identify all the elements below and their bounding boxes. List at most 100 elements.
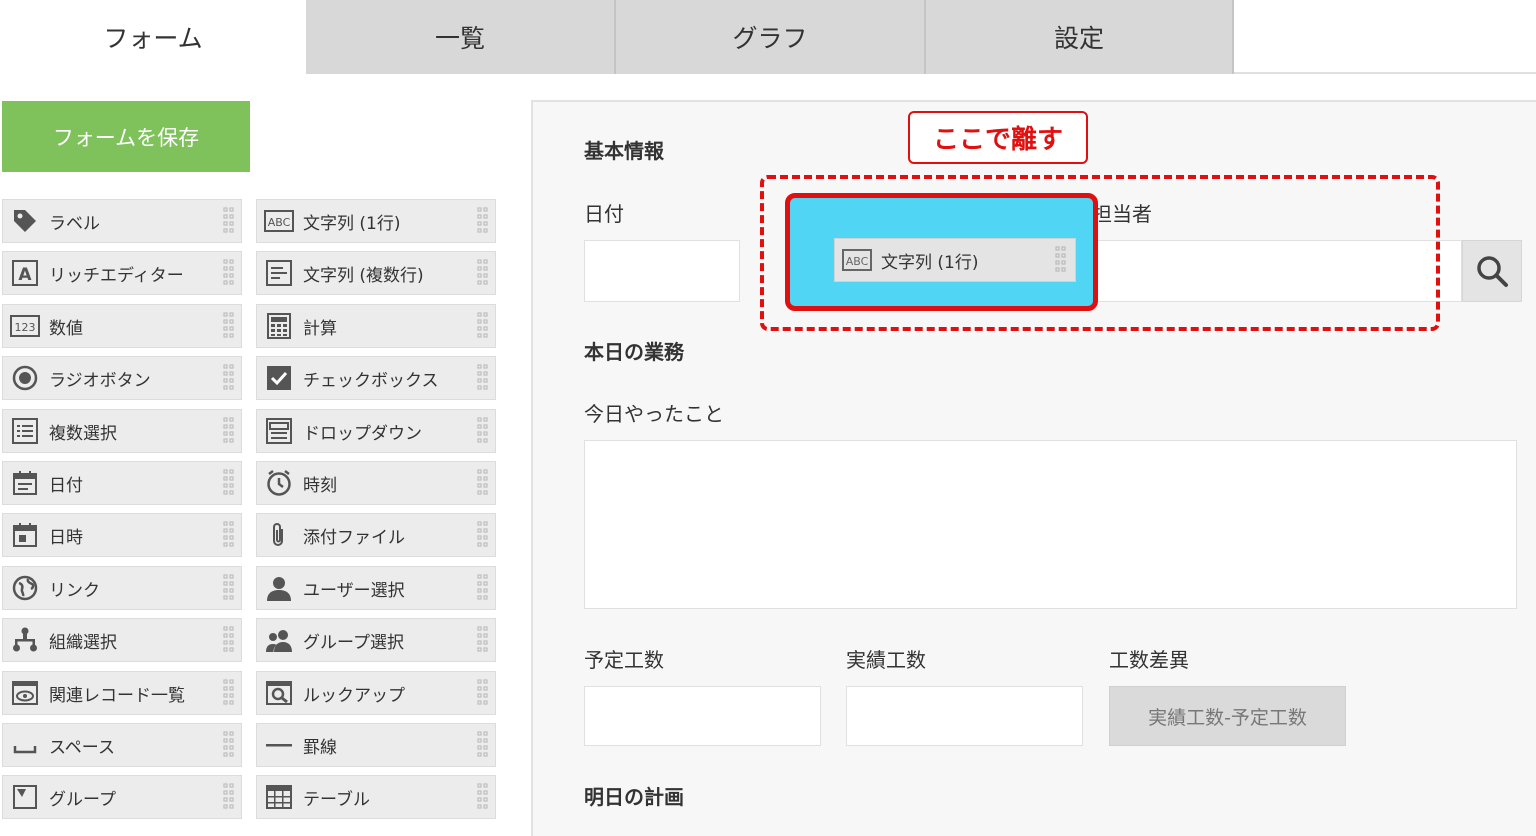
palette-item[interactable]: テーブル (256, 775, 496, 819)
drag-handle-icon[interactable] (477, 573, 489, 603)
datetime-icon (10, 520, 40, 550)
tab-settings[interactable]: 設定 (926, 0, 1234, 74)
drag-handle-icon[interactable] (223, 258, 235, 288)
dragged-field-item[interactable]: ABC 文字列 (1行) (834, 238, 1076, 282)
dropdown-icon (264, 416, 294, 446)
globe-icon (10, 573, 40, 603)
palette-item-label: 組織選択 (49, 632, 117, 653)
palette-item[interactable]: ルックアップ (256, 671, 496, 715)
palette-item[interactable]: 添付ファイル (256, 513, 496, 557)
calendar-icon (10, 468, 40, 498)
drag-handle-icon[interactable] (223, 678, 235, 708)
calculator-icon (264, 311, 294, 341)
tab-bar: フォーム 一覧 グラフ 設定 (0, 0, 1536, 74)
drag-handle-icon[interactable] (223, 520, 235, 550)
tab-graph[interactable]: グラフ (616, 0, 926, 74)
tab-divider (1234, 72, 1536, 74)
palette-item[interactable]: グループ (2, 775, 242, 819)
drag-handle-icon[interactable] (223, 782, 235, 812)
section-basic-info: 基本情報 (584, 139, 664, 163)
palette-item[interactable]: 日付 (2, 461, 242, 505)
drag-handle-icon[interactable] (477, 206, 489, 236)
palette-item[interactable]: 日時 (2, 513, 242, 557)
section-tomorrow-plan: 明日の計画 (584, 785, 684, 809)
palette-item-label: 複数選択 (49, 423, 117, 444)
palette-item[interactable]: リンク (2, 566, 242, 610)
drag-handle-icon[interactable] (477, 520, 489, 550)
palette-item-label: スペース (49, 737, 115, 758)
palette-item-label: ドロップダウン (303, 423, 422, 444)
rich-editor-icon: A (10, 258, 40, 288)
tab-list[interactable]: 一覧 (306, 0, 616, 74)
palette-item-label: 計算 (303, 318, 337, 339)
palette-item[interactable]: チェックボックス (256, 356, 496, 400)
palette-item[interactable]: 関連レコード一覧 (2, 671, 242, 715)
palette-item-label: 文字列 (複数行) (303, 265, 424, 286)
save-form-button[interactable]: フォームを保存 (2, 101, 250, 172)
palette-item[interactable]: ラジオボタン (2, 356, 242, 400)
planned-hours-input[interactable] (584, 686, 821, 746)
palette-item-label: チェックボックス (303, 370, 439, 391)
palette-item[interactable]: ラベル (2, 199, 242, 243)
drag-handle-icon[interactable] (477, 468, 489, 498)
drag-handle-icon[interactable] (477, 678, 489, 708)
palette-item[interactable]: 組織選択 (2, 618, 242, 662)
lookup-icon (264, 678, 294, 708)
drag-handle-icon[interactable] (477, 311, 489, 341)
palette-item[interactable]: 複数選択 (2, 409, 242, 453)
clock-icon (264, 468, 294, 498)
checkbox-icon (264, 363, 294, 393)
palette-item-label: ラジオボタン (49, 370, 151, 391)
palette-item[interactable]: ABC 文字列 (1行) (256, 199, 496, 243)
drag-handle-icon (1055, 246, 1066, 272)
dragged-field-label: 文字列 (1行) (881, 252, 979, 273)
drag-handle-icon[interactable] (223, 573, 235, 603)
date-label: 日付 (584, 202, 624, 226)
palette-item[interactable]: 文字列 (複数行) (256, 251, 496, 295)
search-button[interactable] (1462, 240, 1522, 302)
palette-item[interactable]: 123 数値 (2, 304, 242, 348)
number-icon: 123 (10, 311, 40, 341)
palette-item-label: 日付 (49, 475, 83, 496)
drag-handle-icon[interactable] (223, 468, 235, 498)
svg-text:ABC: ABC (846, 255, 869, 268)
drag-handle-icon[interactable] (223, 363, 235, 393)
palette-item[interactable]: 時刻 (256, 461, 496, 505)
org-icon (10, 625, 40, 655)
palette-item-label: 時刻 (303, 475, 337, 496)
tab-form[interactable]: フォーム (0, 0, 306, 74)
palette-item[interactable]: A リッチエディター (2, 251, 242, 295)
palette-item-label: 関連レコード一覧 (49, 685, 185, 706)
drag-handle-icon[interactable] (223, 311, 235, 341)
palette-item-label: ユーザー選択 (303, 580, 405, 601)
drag-handle-icon[interactable] (223, 625, 235, 655)
palette-item-label: グループ (49, 789, 116, 810)
today-done-textarea[interactable] (584, 440, 1517, 609)
palette-item[interactable]: 計算 (256, 304, 496, 348)
palette-item[interactable]: ドロップダウン (256, 409, 496, 453)
drag-handle-icon[interactable] (223, 730, 235, 760)
abc-icon: ABC (264, 206, 294, 236)
drag-handle-icon[interactable] (477, 730, 489, 760)
drag-handle-icon[interactable] (477, 782, 489, 812)
drag-handle-icon[interactable] (223, 206, 235, 236)
palette-item[interactable]: ユーザー選択 (256, 566, 496, 610)
palette-item-label: リンク (49, 580, 100, 601)
date-input[interactable] (584, 240, 740, 302)
multiline-text-icon (264, 258, 294, 288)
radio-icon (10, 363, 40, 393)
multi-select-icon (10, 416, 40, 446)
drag-handle-icon[interactable] (477, 363, 489, 393)
drag-handle-icon[interactable] (477, 625, 489, 655)
drag-handle-icon[interactable] (477, 416, 489, 446)
palette-item[interactable]: スペース (2, 723, 242, 767)
paperclip-icon (264, 520, 294, 550)
table-icon (264, 782, 294, 812)
drag-handle-icon[interactable] (477, 258, 489, 288)
hours-diff-calc: 実績工数-予定工数 (1109, 686, 1346, 746)
search-icon (1477, 256, 1508, 287)
actual-hours-input[interactable] (846, 686, 1083, 746)
palette-item[interactable]: 罫線 (256, 723, 496, 767)
palette-item[interactable]: グループ選択 (256, 618, 496, 662)
drag-handle-icon[interactable] (223, 416, 235, 446)
